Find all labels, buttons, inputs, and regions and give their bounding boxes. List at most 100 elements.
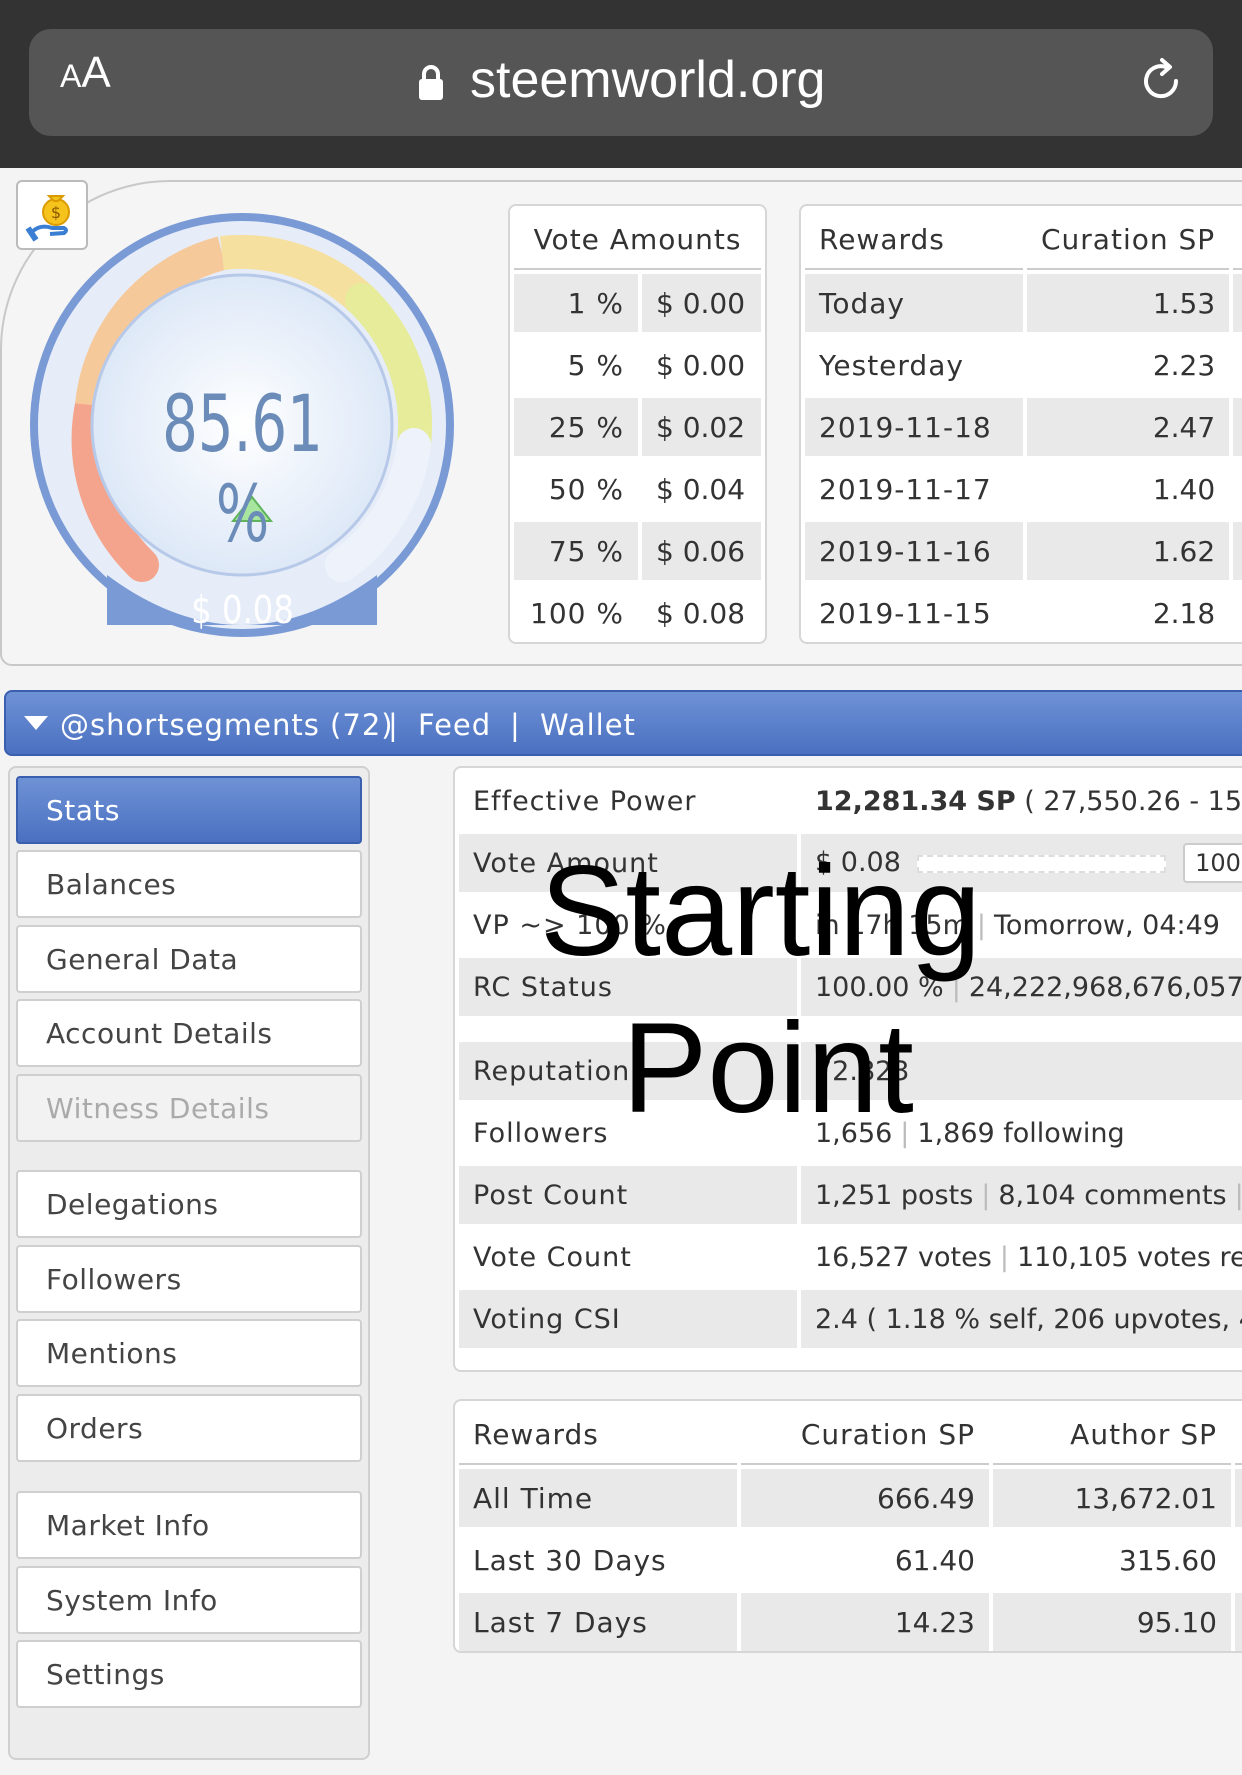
reward-day: Yesterday xyxy=(819,348,964,382)
sidebar-item-orders[interactable]: Orders xyxy=(16,1394,362,1462)
curation-sp-header: Curation SP xyxy=(1027,210,1230,270)
reward-day: 2019-11-15 xyxy=(819,596,992,630)
reward-day: 2019-11-17 xyxy=(819,472,992,506)
vote-amount-row: 5 % $ 0.00 xyxy=(514,336,761,394)
daily-rewards-card: Rewards Curation SP A Today1.53 Yesterda… xyxy=(799,204,1242,644)
vote-usd: $ 0.04 xyxy=(655,472,746,506)
sidebar-item-followers[interactable]: Followers xyxy=(16,1245,362,1313)
sidebar-item-account-details[interactable]: Account Details xyxy=(16,999,362,1067)
vote-value-usd: $ 0.08 xyxy=(191,588,294,632)
votes-received-value: 110,105 votes rec xyxy=(1016,1241,1242,1273)
reward-sp: 1.62 xyxy=(1027,522,1230,580)
sidebar-item-stats[interactable]: Stats xyxy=(16,776,362,844)
url-text: steemworld.org xyxy=(470,51,826,109)
author-sp-value: 13,672.01 xyxy=(993,1469,1231,1527)
vote-count-label: Vote Count xyxy=(473,1241,632,1273)
voting-power-percent: 85.61 % xyxy=(162,380,323,560)
rewards-header: Rewards xyxy=(805,210,1023,270)
effective-power-label: Effective Power xyxy=(473,785,697,817)
wallet-link[interactable]: Wallet xyxy=(540,708,636,742)
overlay-text-starting: Starting xyxy=(540,840,982,983)
votes-value: 16,527 votes xyxy=(815,1241,992,1273)
reload-icon[interactable] xyxy=(1136,56,1186,106)
nav-separator: | xyxy=(510,708,521,742)
daily-reward-row: Today 1.53 xyxy=(805,274,1242,332)
vote-usd: $ 0.06 xyxy=(641,522,761,580)
stat-row-voting-csi: Voting CSI 2.4 ( 1.18 % self, 206 upvote… xyxy=(459,1290,1242,1348)
reward-day: 2019-11-16 xyxy=(805,522,1023,580)
curation-sp-value: 61.40 xyxy=(894,1543,975,1577)
author-sp-value: 315.60 xyxy=(1119,1543,1217,1577)
sidebar-item-witness-details: Witness Details xyxy=(16,1074,362,1142)
vote-pct: 5 % xyxy=(567,348,624,382)
daily-reward-row: 2019-11-15 2.18 xyxy=(805,584,1242,642)
sidebar-item-general-data[interactable]: General Data xyxy=(16,925,362,993)
vote-amount-row: 25 % $ 0.02 xyxy=(514,398,761,456)
post-count-label: Post Count xyxy=(459,1166,797,1224)
daily-reward-row: 2019-11-18 2.47 xyxy=(805,398,1242,456)
reward-sp: 2.23 xyxy=(1152,348,1216,382)
voting-csi-value: 2.4 ( 1.18 % self, 206 upvotes, 45 a xyxy=(801,1290,1242,1348)
vote-amount-row: 75 % $ 0.06 xyxy=(514,522,761,580)
vp-full-at: Tomorrow, 04:49 xyxy=(994,909,1220,941)
comments-value: 8,104 comments xyxy=(998,1179,1227,1211)
daily-reward-row: 2019-11-17 1.40 xyxy=(805,460,1242,518)
account-nav-bar: @shortsegments (72) | Feed | Wallet xyxy=(4,690,1242,756)
nav-separator: | xyxy=(388,708,399,742)
daily-reward-row: 2019-11-16 1.62 xyxy=(805,522,1242,580)
sidebar-item-system-info[interactable]: System Info xyxy=(16,1566,362,1634)
rc-value: 24,222,968,676,057 R xyxy=(968,971,1242,1003)
sidebar-item-delegations[interactable]: Delegations xyxy=(16,1170,362,1238)
feed-link[interactable]: Feed xyxy=(418,708,491,742)
vote-weight-input[interactable]: 100% xyxy=(1183,843,1242,883)
account-name-link[interactable]: @shortsegments (72) xyxy=(60,708,394,742)
reward-period: Last 7 Days xyxy=(459,1593,737,1651)
overlay-text-point: Point xyxy=(622,997,914,1140)
sidebar-item-settings[interactable]: Settings xyxy=(16,1640,362,1708)
curation-sp-value: 14.23 xyxy=(741,1593,989,1651)
vote-usd: $ 0.00 xyxy=(655,348,746,382)
sidebar-item-balances[interactable]: Balances xyxy=(16,850,362,918)
rewards-summary-row: Last 7 Days 14.23 95.10 xyxy=(459,1593,1242,1651)
reward-sp: 2.18 xyxy=(1152,596,1216,630)
author-sp-value: 95.10 xyxy=(993,1593,1231,1651)
reward-period: Last 30 Days xyxy=(473,1543,667,1577)
curation-sp-value: 666.49 xyxy=(741,1469,989,1527)
rewards-summary-header: Rewards xyxy=(459,1405,737,1465)
reward-sp: 2.47 xyxy=(1027,398,1230,456)
sidebar-item-market-info[interactable]: Market Info xyxy=(16,1491,362,1559)
daily-reward-row: Yesterday 2.23 xyxy=(805,336,1242,394)
reward-sp: 1.40 xyxy=(1152,472,1216,506)
stat-row-vote-count: Vote Count 16,527 votes | 110,105 votes re… xyxy=(459,1228,1242,1286)
reader-text-size-button[interactable]: AA xyxy=(60,48,111,98)
author-sp-header: A xyxy=(1233,210,1242,270)
vote-amount-row: 1 % $ 0.00 xyxy=(514,274,761,332)
effective-power-detail: ( 27,550.26 - 15,26 xyxy=(1024,785,1242,817)
sidebar-item-mentions[interactable]: Mentions xyxy=(16,1319,362,1387)
vote-pct: 75 % xyxy=(514,522,638,580)
lock-icon xyxy=(419,65,443,100)
stat-row-effective-power: Effective Power 12,281.34 SP ( 27,550.26… xyxy=(459,772,1242,830)
rewards-summary-card: Rewards Curation SP Author SP All Time 66… xyxy=(453,1399,1242,1653)
vote-amounts-card: Vote Amounts 1 % $ 0.00 5 % $ 0.00 25 % $ 0… xyxy=(508,204,767,644)
vote-amount-row: 100 % $ 0.08 xyxy=(514,584,761,642)
collapse-triangle-icon[interactable] xyxy=(24,716,48,730)
vote-usd: $ 0.00 xyxy=(641,274,761,332)
reward-sp: 1.53 xyxy=(1027,274,1230,332)
rewards-summary-row: All Time 666.49 13,672.01 xyxy=(459,1469,1242,1527)
vote-amount-row: 50 % $ 0.04 xyxy=(514,460,761,518)
following-value[interactable]: 1,869 following xyxy=(917,1118,1124,1149)
reward-day: 2019-11-18 xyxy=(805,398,1023,456)
effective-power-value: 12,281.34 SP xyxy=(815,785,1016,817)
voting-csi-label: Voting CSI xyxy=(459,1290,797,1348)
vote-amounts-header: Vote Amounts xyxy=(514,210,761,270)
vote-pct: 50 % xyxy=(548,472,624,506)
author-sp-header: Author SP xyxy=(993,1405,1231,1465)
vote-pct: 1 % xyxy=(514,274,638,332)
vote-pct: 25 % xyxy=(514,398,638,456)
reward-period: All Time xyxy=(459,1469,737,1527)
vote-pct: 100 % xyxy=(530,596,624,630)
curation-sp-header: Curation SP xyxy=(741,1405,989,1465)
browser-toolbar: AA steemworld.org xyxy=(0,0,1242,168)
posts-value: 1,251 posts xyxy=(815,1179,974,1211)
